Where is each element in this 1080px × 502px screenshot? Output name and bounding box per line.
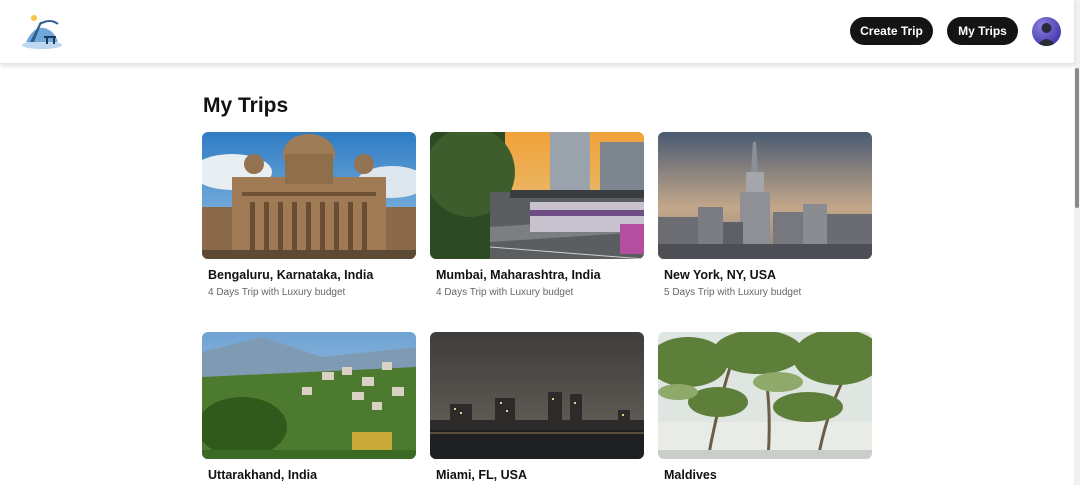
trip-card[interactable]: Uttarakhand, India bbox=[202, 332, 416, 502]
trip-image[interactable] bbox=[202, 332, 416, 459]
trip-card[interactable]: Mumbai, Maharashtra, India 4 Days Trip w… bbox=[430, 132, 644, 302]
scrollbar-thumb[interactable] bbox=[1075, 68, 1079, 208]
user-avatar[interactable] bbox=[1032, 17, 1061, 46]
trip-image[interactable] bbox=[658, 332, 872, 459]
page-title: My Trips bbox=[203, 94, 289, 117]
trip-image[interactable] bbox=[658, 132, 872, 259]
travel-logo-icon[interactable] bbox=[20, 12, 64, 50]
page-scrollbar[interactable] bbox=[1074, 0, 1080, 485]
my-trips-button[interactable]: My Trips bbox=[947, 17, 1018, 45]
trip-card[interactable]: Maldives bbox=[658, 332, 872, 502]
trip-card[interactable]: Bengaluru, Karnataka, India 4 Days Trip … bbox=[202, 132, 416, 302]
trip-location: Uttarakhand, India bbox=[208, 468, 318, 482]
trip-summary: 4 Days Trip with Luxury budget bbox=[208, 287, 346, 298]
trip-location: Maldives bbox=[664, 468, 717, 482]
trip-location: Bengaluru, Karnataka, India bbox=[208, 268, 374, 282]
trip-summary: 4 Days Trip with Luxury budget bbox=[436, 287, 574, 298]
trip-location: New York, NY, USA bbox=[664, 268, 777, 282]
trip-image[interactable] bbox=[430, 132, 644, 259]
trip-location: Miami, FL, USA bbox=[436, 468, 527, 482]
trip-card[interactable]: Miami, FL, USA bbox=[430, 332, 644, 502]
trip-location: Mumbai, Maharashtra, India bbox=[436, 268, 601, 282]
top-navbar: Create Trip My Trips bbox=[0, 0, 1074, 64]
trip-summary: 5 Days Trip with Luxury budget bbox=[664, 287, 802, 298]
trip-image[interactable] bbox=[430, 332, 644, 459]
create-trip-button[interactable]: Create Trip bbox=[850, 17, 933, 45]
trip-image[interactable] bbox=[202, 132, 416, 259]
trip-card[interactable]: New York, NY, USA 5 Days Trip with Luxur… bbox=[658, 132, 872, 302]
